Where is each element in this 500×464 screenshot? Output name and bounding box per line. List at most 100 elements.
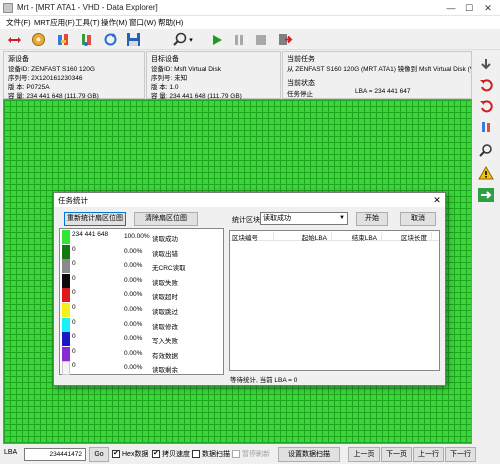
legend-percent: 0.00% — [124, 276, 143, 284]
legend-label: 有效数据 — [152, 352, 178, 360]
legend-row: 0 0.00% 读取跳过 — [60, 302, 225, 318]
task-lba: LBA = 234 441 647 — [355, 88, 411, 95]
legend-count: 0 — [72, 289, 76, 297]
chevron-down-icon[interactable]: ▾ — [187, 31, 195, 48]
copy-speed-checkbox[interactable]: ✔ — [152, 450, 160, 458]
legend-count: 0 — [72, 245, 76, 253]
legend-percent: 0.00% — [124, 349, 143, 357]
cancel-button[interactable]: 取消 — [400, 212, 436, 226]
tools-icon-2[interactable] — [78, 31, 95, 48]
task-statistics-dialog: 任务统计 ✕ 重新统计扇区位图 清除扇区位图 统计区块 读取成功 ▼ 开始 取消… — [53, 192, 446, 386]
menu-bar: 文件(F) MRT应用(F) 工具(T) 操作(M) 窗口(W) 帮助(H) — [0, 16, 500, 29]
lba-input[interactable]: 234441472 — [24, 448, 86, 461]
legend-swatch — [62, 230, 70, 244]
data-scan-checkbox[interactable] — [192, 450, 200, 458]
prev-page-button[interactable]: 上一页 — [348, 447, 380, 462]
play-icon[interactable] — [208, 31, 225, 48]
legend-percent: 0.00% — [124, 364, 143, 372]
menu-operation[interactable]: 操作(M) — [101, 17, 127, 28]
legend-label: 读取跳过 — [152, 309, 178, 316]
legend-percent: 0.00% — [124, 262, 143, 270]
block-type-select[interactable]: 读取成功 ▼ — [260, 212, 348, 225]
legend-label: 读取剩余 — [152, 367, 178, 375]
warning-icon[interactable] — [476, 163, 496, 183]
next-row-button[interactable]: 下一行 — [445, 447, 476, 462]
col-block-length[interactable]: 区块长度 — [382, 232, 432, 242]
chevron-down-icon: ▼ — [339, 215, 345, 221]
legend-count: 0 — [72, 274, 76, 282]
col-end-lba[interactable]: 结束LBA — [332, 232, 382, 242]
window-title: Mrt - [MRT ATA1 - VHD - Data Explorer] — [17, 3, 158, 12]
undo-icon[interactable] — [476, 75, 496, 95]
reset-bitmap-button[interactable]: 重新统计扇区位图 — [64, 212, 126, 226]
menu-help[interactable]: 帮助(H) — [158, 17, 183, 28]
legend-swatch — [62, 346, 70, 361]
col-block-number[interactable]: 区块编号 — [232, 232, 274, 242]
legend-count: 0 — [72, 318, 76, 326]
legend-swatch — [62, 303, 70, 317]
dialog-title-bar: 任务统计 — [54, 193, 445, 207]
dialog-status: 等待统计, 当前 LBA = 0 — [230, 377, 298, 384]
menu-tools[interactable]: 工具(T) — [75, 17, 100, 28]
legend-row: 0 0.00% 读取超时 — [60, 287, 225, 303]
legend-label: 读取超时 — [152, 294, 178, 302]
legend-row: 0 0.00% 无CRC读取 — [60, 258, 225, 274]
legend-row: 0 0.00% 有效数据 — [60, 346, 225, 362]
bottom-bar: LBA 234441472 Go ✔ Hex数据 ✔ 拷贝速度 数据扫描 暂停刷… — [0, 446, 500, 464]
menu-window[interactable]: 窗口(W) — [129, 17, 156, 28]
hex-checkbox[interactable]: ✔ — [112, 450, 120, 458]
legend-percent: 0.00% — [124, 320, 143, 328]
start-button[interactable]: 开始 — [356, 212, 388, 226]
go-button[interactable]: Go — [89, 447, 109, 462]
refresh-icon[interactable] — [102, 31, 119, 48]
legend-count: 0 — [72, 304, 76, 311]
legend-percent: 100.00% — [124, 233, 150, 240]
legend-swatch — [62, 288, 70, 303]
arrow-down-icon[interactable] — [476, 54, 496, 74]
close-button[interactable]: ✕ — [481, 2, 495, 14]
next-page-button[interactable]: 下一页 — [381, 447, 412, 462]
legend-row: 0 0.00% 写入失败 — [60, 331, 225, 347]
data-scan-label: 数据扫描 — [202, 451, 230, 458]
legend-swatch — [62, 259, 70, 274]
stop-icon[interactable] — [252, 31, 269, 48]
block-table[interactable]: 区块编号 起始LBA 结束LBA 区块长度 — [229, 230, 440, 371]
col-start-lba[interactable]: 起始LBA — [282, 232, 332, 242]
resize-arrows-icon[interactable] — [6, 31, 23, 48]
legend-label: 读取出错 — [152, 250, 178, 258]
disk-gold-icon[interactable] — [30, 31, 47, 48]
toolbar: ▾ — [0, 29, 500, 50]
menu-mrt-app[interactable]: MRT应用(F) — [34, 17, 75, 28]
exit-icon[interactable] — [277, 31, 294, 48]
scan-settings-button[interactable]: 设置数据扫描 — [278, 447, 340, 462]
legend-label: 写入失败 — [152, 338, 178, 346]
legend-count: 0 — [72, 260, 76, 268]
menu-file[interactable]: 文件(F) — [6, 17, 31, 28]
dialog-close-icon[interactable]: ✕ — [431, 194, 443, 206]
target-device-panel: 目标设备 设备ID: Msft Virtual Disk 序列号: 未知 版 本… — [146, 51, 281, 100]
legend-label: 读取修改 — [152, 323, 178, 331]
block-label: 统计区块 — [232, 217, 260, 224]
arrow-right-icon[interactable] — [476, 185, 496, 205]
clear-bitmap-button[interactable]: 清除扇区位图 — [134, 212, 198, 226]
legend-count: 0 — [72, 347, 76, 355]
tools-icon[interactable] — [55, 31, 72, 48]
undo-icon-2[interactable] — [476, 96, 496, 116]
maximize-button[interactable]: ☐ — [462, 2, 476, 14]
minimize-button[interactable]: — — [444, 2, 458, 14]
legend-swatch — [62, 244, 70, 259]
pause-refresh-checkbox[interactable] — [232, 450, 240, 458]
block-type-value: 读取成功 — [263, 215, 291, 222]
legend-percent: 0.00% — [124, 306, 143, 313]
legend-row: 0 0.00% 读取修改 — [60, 317, 225, 333]
magnifier-side-icon[interactable] — [476, 140, 496, 160]
prev-row-button[interactable]: 上一行 — [413, 447, 444, 462]
tools-side-icon[interactable] — [476, 117, 496, 137]
save-icon[interactable] — [125, 31, 142, 48]
table-header: 区块编号 起始LBA 结束LBA 区块长度 — [230, 231, 439, 242]
status-heading: 当前状态 — [287, 80, 315, 87]
pause-icon[interactable] — [230, 31, 247, 48]
app-icon — [3, 3, 13, 13]
legend-swatch — [62, 317, 70, 332]
legend-percent: 0.00% — [124, 247, 143, 255]
